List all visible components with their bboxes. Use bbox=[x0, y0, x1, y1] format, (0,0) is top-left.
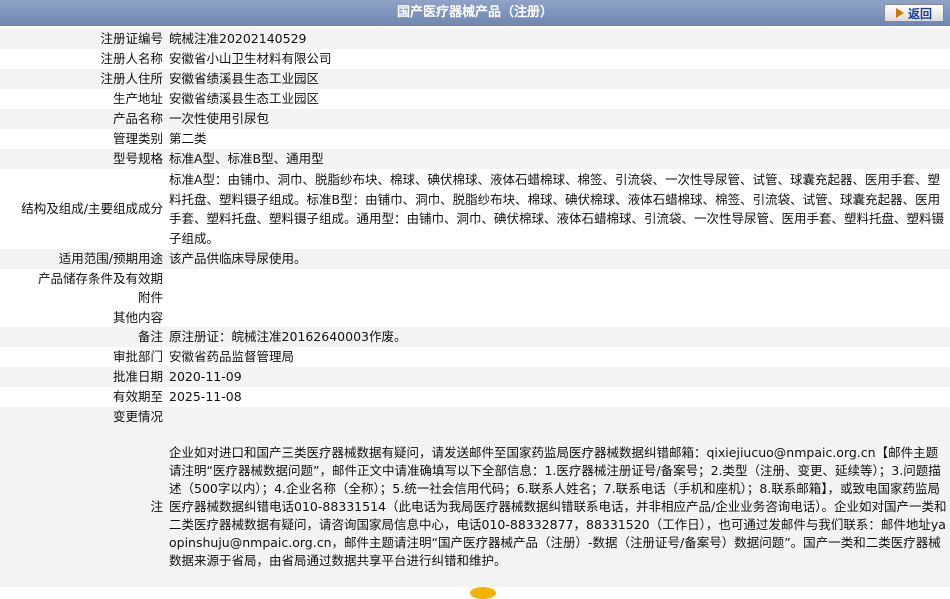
field-label: 型号规格 bbox=[0, 149, 166, 169]
field-value bbox=[166, 268, 950, 288]
table-row: 生产地址 安徽省绩溪县生态工业园区 bbox=[0, 89, 950, 109]
table-row: 注册证编号 皖械注准20202140529 bbox=[0, 28, 950, 49]
field-label: 适用范围/预期用途 bbox=[0, 249, 166, 269]
field-value: 标准A型、标准B型、通用型 bbox=[166, 149, 950, 169]
field-label: 批准日期 bbox=[0, 367, 166, 387]
field-value: 第二类 bbox=[166, 129, 950, 149]
field-label: 产品名称 bbox=[0, 109, 166, 129]
field-value bbox=[166, 407, 950, 427]
table-row: 注册人住所 安徽省绩溪县生态工业园区 bbox=[0, 69, 950, 89]
field-label: 备注 bbox=[0, 327, 166, 347]
table-row: 注册人名称 安徽省小山卫生材料有限公司 bbox=[0, 49, 950, 69]
table-row: 产品名称 一次性使用引尿包 bbox=[0, 109, 950, 129]
table-row: 产品储存条件及有效期 bbox=[0, 268, 950, 288]
field-label: 结构及组成/主要组成成分 bbox=[0, 169, 166, 249]
field-value bbox=[166, 307, 950, 327]
notes-row: 注 企业如对进口和国产三类医疗器械数据有疑问，请发送邮件至国家药监局医疗器械数据… bbox=[0, 427, 950, 587]
field-label: 生产地址 bbox=[0, 89, 166, 109]
table-row: 有效期至 2025-11-08 bbox=[0, 387, 950, 407]
table-row: 附件 bbox=[0, 288, 950, 308]
field-value: 2025-11-08 bbox=[166, 387, 950, 407]
table-row: 结构及组成/主要组成成分 标准A型：由铺巾、洞巾、脱脂纱布块、棉球、碘伏棉球、液… bbox=[0, 169, 950, 249]
field-label: 有效期至 bbox=[0, 387, 166, 407]
page-title: 国产医疗器械产品（注册） bbox=[396, 5, 553, 20]
field-value: 标准A型：由铺巾、洞巾、脱脂纱布块、棉球、碘伏棉球、液体石蜡棉球、棉签、引流袋、… bbox=[166, 169, 950, 249]
page-header: 国产医疗器械产品（注册） 返回 bbox=[0, 0, 950, 26]
field-value: 安徽省药品监督管理局 bbox=[166, 347, 950, 367]
table-row: 其他内容 bbox=[0, 307, 950, 327]
notes-label: 注 bbox=[0, 427, 166, 587]
field-label: 审批部门 bbox=[0, 347, 166, 367]
notes-text: 企业如对进口和国产三类医疗器械数据有疑问，请发送邮件至国家药监局医疗器械数据纠错… bbox=[166, 427, 950, 587]
field-value: 皖械注准20202140529 bbox=[166, 28, 950, 49]
field-label: 变更情况 bbox=[0, 407, 166, 427]
table-row: 批准日期 2020-11-09 bbox=[0, 367, 950, 387]
table-row: 适用范围/预期用途 该产品供临床导尿使用。 bbox=[0, 249, 950, 269]
table-row: 型号规格 标准A型、标准B型、通用型 bbox=[0, 149, 950, 169]
field-value: 安徽省小山卫生材料有限公司 bbox=[166, 49, 950, 69]
arrow-right-icon bbox=[895, 8, 904, 18]
back-button-label: 返回 bbox=[907, 6, 932, 21]
scroll-indicator bbox=[470, 587, 496, 599]
field-label: 管理类别 bbox=[0, 129, 166, 149]
table-row: 变更情况 bbox=[0, 407, 950, 427]
field-value: 原注册证：皖械注准20162640003作废。 bbox=[166, 327, 950, 347]
table-row: 审批部门 安徽省药品监督管理局 bbox=[0, 347, 950, 367]
field-value: 安徽省绩溪县生态工业园区 bbox=[166, 89, 950, 109]
product-detail-table: 注册证编号 皖械注准20202140529 注册人名称 安徽省小山卫生材料有限公… bbox=[0, 28, 950, 587]
field-value bbox=[166, 288, 950, 308]
field-value: 一次性使用引尿包 bbox=[166, 109, 950, 129]
field-label: 附件 bbox=[0, 288, 166, 308]
table-row: 管理类别 第二类 bbox=[0, 129, 950, 149]
field-value: 该产品供临床导尿使用。 bbox=[166, 249, 950, 269]
field-label: 产品储存条件及有效期 bbox=[0, 268, 166, 288]
table-row: 备注 原注册证：皖械注准20162640003作废。 bbox=[0, 327, 950, 347]
field-label: 注册证编号 bbox=[0, 28, 166, 49]
back-button[interactable]: 返回 bbox=[884, 4, 944, 22]
field-label: 其他内容 bbox=[0, 307, 166, 327]
field-value: 安徽省绩溪县生态工业园区 bbox=[166, 69, 950, 89]
field-label: 注册人住所 bbox=[0, 69, 166, 89]
field-value: 2020-11-09 bbox=[166, 367, 950, 387]
field-label: 注册人名称 bbox=[0, 49, 166, 69]
